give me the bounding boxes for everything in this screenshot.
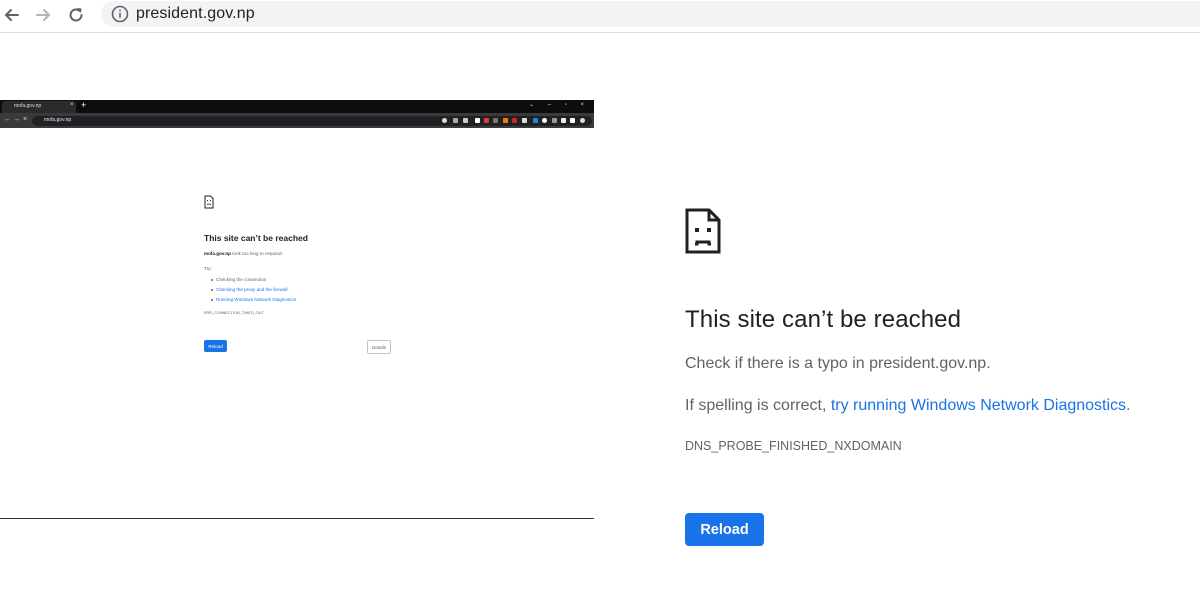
inset-extension-icon[interactable] xyxy=(475,118,480,123)
inset-sidebar-icon[interactable] xyxy=(570,118,575,123)
error-title: This site can’t be reached xyxy=(685,306,962,333)
forward-button[interactable] xyxy=(31,3,55,27)
reload-button[interactable] xyxy=(64,3,88,27)
inset-profile-icon[interactable] xyxy=(580,118,585,123)
inset-suggestion-link[interactable]: Checking the proxy and the firewall xyxy=(210,285,296,295)
inset-extension-icon[interactable] xyxy=(512,118,517,123)
sad-page-icon xyxy=(685,208,721,254)
diagnostics-prefix: If spelling is correct, xyxy=(685,397,831,414)
diagnostics-suffix: . xyxy=(1126,397,1131,414)
inset-error-code: ERR_CONNECTION_TIMED_OUT xyxy=(204,311,264,315)
browser-toolbar: president.gov.np xyxy=(0,0,1200,33)
inset-extension-icon[interactable] xyxy=(542,118,547,123)
inset-details-button[interactable]: Details xyxy=(367,340,391,354)
inset-extension-icon[interactable] xyxy=(493,118,498,123)
inset-window-controls[interactable]: ⌄ – ▫ × xyxy=(529,101,590,108)
inset-bottom-divider xyxy=(0,518,594,519)
inset-toolbar: ← → × mofa.gov.np xyxy=(0,113,594,128)
inset-suggestion-item: Checking the connection xyxy=(210,275,296,285)
inset-tab-close-icon[interactable]: × xyxy=(70,102,74,108)
inset-error-title: This site can’t be reached xyxy=(204,233,308,243)
inset-stop-icon[interactable]: × xyxy=(23,116,27,123)
arrow-forward-icon xyxy=(36,9,50,21)
arrow-back-icon xyxy=(5,9,19,21)
inset-screenshot: mofa.gov.np × + ⌄ – ▫ × ← → × mofa.gov.n… xyxy=(0,100,594,520)
inset-extension-icon[interactable] xyxy=(453,118,458,123)
inset-suggestion-list: Checking the connection Checking the pro… xyxy=(210,275,296,305)
inset-tabstrip: mofa.gov.np × + ⌄ – ▫ × xyxy=(0,100,594,113)
inset-forward-icon[interactable]: → xyxy=(13,116,20,123)
inset-address-bar[interactable]: mofa.gov.np xyxy=(32,116,592,126)
error-diagnostics-hint: If spelling is correct, try running Wind… xyxy=(685,397,1131,415)
inset-reload-button[interactable]: Reload xyxy=(204,340,227,352)
inset-tab-title: mofa.gov.np xyxy=(14,103,42,109)
inset-suggestion-link[interactable]: Running Windows Network Diagnostics xyxy=(210,295,296,305)
inset-back-icon[interactable]: ← xyxy=(4,116,11,123)
address-bar[interactable]: president.gov.np xyxy=(101,1,1200,27)
error-code: DNS_PROBE_FINISHED_NXDOMAIN xyxy=(685,439,902,453)
inset-extension-icon[interactable] xyxy=(522,118,527,123)
inset-address-url[interactable]: mofa.gov.np xyxy=(44,117,71,123)
inset-tab[interactable]: mofa.gov.np × xyxy=(2,101,76,113)
inset-extension-icon[interactable] xyxy=(484,118,489,123)
info-circle-icon[interactable] xyxy=(111,5,129,23)
inset-sad-page-icon xyxy=(204,195,214,209)
inset-new-tab-icon[interactable]: + xyxy=(81,100,86,110)
inset-extension-icon[interactable] xyxy=(442,118,447,123)
inset-error-domain: mofa.gov.np xyxy=(204,251,231,256)
reload-icon xyxy=(69,8,83,22)
inset-extension-icon[interactable] xyxy=(503,118,508,123)
reload-button-main[interactable]: Reload xyxy=(685,513,764,546)
error-typo-hint: Check if there is a typo in president.go… xyxy=(685,355,991,372)
back-button[interactable] xyxy=(0,3,24,27)
inset-puzzle-icon[interactable] xyxy=(561,118,566,123)
inset-extension-icon[interactable] xyxy=(552,118,557,123)
address-bar-url[interactable]: president.gov.np xyxy=(136,5,255,23)
diagnostics-link[interactable]: try running Windows Network Diagnostics xyxy=(831,397,1126,414)
inset-error-desc-text: took too long to respond. xyxy=(230,251,283,256)
inset-star-icon[interactable] xyxy=(463,118,468,123)
inset-error-description: mofa.gov.np took too long to respond. xyxy=(204,251,283,256)
inset-try-label: Try: xyxy=(204,266,212,271)
inset-extension-icon[interactable] xyxy=(533,118,538,123)
